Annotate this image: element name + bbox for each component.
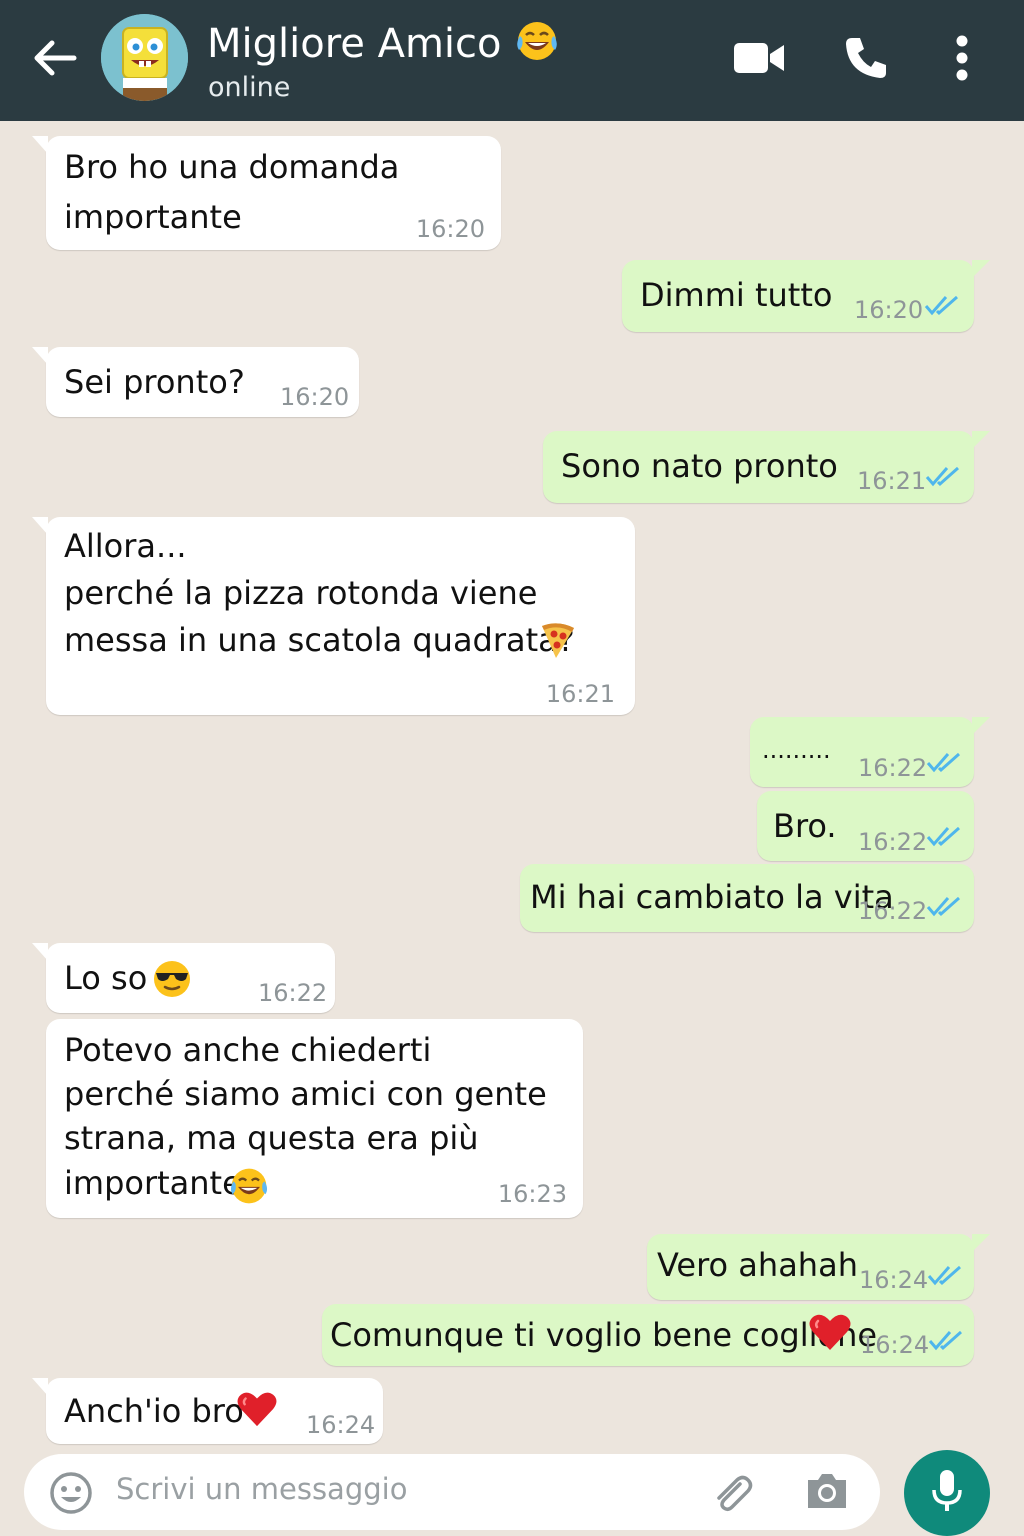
message-time: 16:23 bbox=[497, 1180, 567, 1208]
tears-of-joy-emoji bbox=[228, 1165, 270, 1219]
message-outgoing[interactable]: ......... 16:22 bbox=[750, 717, 990, 787]
message-outgoing[interactable]: Bro. 16:22 bbox=[757, 791, 974, 861]
sunglasses-emoji bbox=[152, 959, 192, 1011]
red-heart-emoji bbox=[808, 1312, 852, 1364]
message-incoming[interactable]: Lo so 16:22 bbox=[32, 943, 335, 1013]
message-text-line: Bro. bbox=[773, 807, 837, 845]
read-ticks-icon bbox=[924, 295, 958, 316]
read-ticks-icon bbox=[925, 466, 959, 487]
attach-icon[interactable] bbox=[710, 1472, 754, 1520]
message-time: 16:22 bbox=[258, 979, 328, 1007]
camera-icon[interactable] bbox=[804, 1470, 850, 1516]
red-heart-emoji bbox=[236, 1390, 278, 1440]
mic-button[interactable] bbox=[904, 1450, 990, 1536]
message-outgoing[interactable]: Mi hai cambiato la vita 16:22 bbox=[520, 864, 974, 932]
message-text-line: importante bbox=[64, 198, 242, 236]
message-outgoing[interactable]: Vero ahahah 16:24 bbox=[647, 1234, 990, 1300]
read-ticks-icon bbox=[926, 826, 960, 847]
message-outgoing[interactable]: Sono nato pronto 16:21 bbox=[543, 431, 990, 503]
message-text-line: Sei pronto? bbox=[64, 363, 245, 401]
message-incoming[interactable]: Anch'io bro 16:24 bbox=[32, 1378, 383, 1444]
message-input[interactable]: Scrivi un messaggio bbox=[116, 1472, 407, 1506]
message-text-line: perché siamo amici con gente bbox=[64, 1075, 547, 1113]
message-input-bar[interactable]: Scrivi un messaggio bbox=[24, 1454, 880, 1530]
read-ticks-icon bbox=[927, 1265, 961, 1286]
message-text-line: perché la pizza rotonda viene bbox=[64, 574, 538, 612]
message-text-line: importante bbox=[64, 1164, 242, 1202]
read-ticks-icon bbox=[926, 896, 960, 917]
message-time: 16:21 bbox=[857, 467, 927, 495]
message-time: 16:21 bbox=[545, 680, 615, 708]
message-time: 16:20 bbox=[415, 215, 485, 243]
message-text-line: Anch'io bro bbox=[64, 1392, 244, 1430]
message-text-line: Bro ho una domanda bbox=[64, 148, 400, 186]
mic-icon bbox=[930, 1468, 964, 1518]
message-time: 16:22 bbox=[858, 897, 928, 925]
read-ticks-icon bbox=[928, 1330, 962, 1351]
message-time: 16:20 bbox=[854, 296, 924, 324]
message-time: 16:24 bbox=[859, 1266, 929, 1294]
emoji-icon[interactable] bbox=[48, 1470, 94, 1520]
message-time: 16:22 bbox=[858, 828, 928, 856]
message-time: 16:22 bbox=[858, 754, 928, 782]
message-text-line: messa in una scatola quadrata? bbox=[64, 621, 575, 659]
message-text-line: Vero ahahah bbox=[657, 1246, 858, 1284]
message-text-line: Dimmi tutto bbox=[640, 276, 833, 314]
message-incoming[interactable]: Sei pronto? 16:20 bbox=[32, 347, 359, 417]
message-text-line: Potevo anche chiederti bbox=[64, 1031, 432, 1069]
message-text-line: ......... bbox=[762, 736, 831, 764]
message-text-line: Comunque ti voglio bene coglione bbox=[330, 1316, 878, 1354]
message-text-line: Sono nato pronto bbox=[561, 447, 838, 485]
message-incoming[interactable]: Potevo anche chiederti perché siamo amic… bbox=[46, 1019, 583, 1218]
message-text-line: Mi hai cambiato la vita bbox=[530, 878, 894, 916]
message-text-line: Lo so bbox=[64, 959, 148, 997]
message-text-line: strana, ma questa era più bbox=[64, 1119, 479, 1157]
read-ticks-icon bbox=[926, 752, 960, 773]
message-outgoing[interactable]: Comunque ti voglio bene coglione 16:24 bbox=[322, 1304, 974, 1366]
message-time: 16:20 bbox=[280, 383, 350, 411]
chat-area: Bro ho una domanda importante 16:20 Dimm… bbox=[0, 121, 1024, 1536]
message-outgoing[interactable]: Dimmi tutto 16:20 bbox=[622, 260, 990, 332]
message-time: 16:24 bbox=[860, 1331, 930, 1359]
message-time: 16:24 bbox=[306, 1411, 376, 1439]
message-text-line: Allora... bbox=[64, 527, 187, 565]
pizza-emoji bbox=[536, 618, 578, 672]
message-incoming[interactable]: Allora... perché la pizza rotonda viene … bbox=[32, 517, 635, 715]
message-incoming[interactable]: Bro ho una domanda importante 16:20 bbox=[32, 136, 501, 250]
